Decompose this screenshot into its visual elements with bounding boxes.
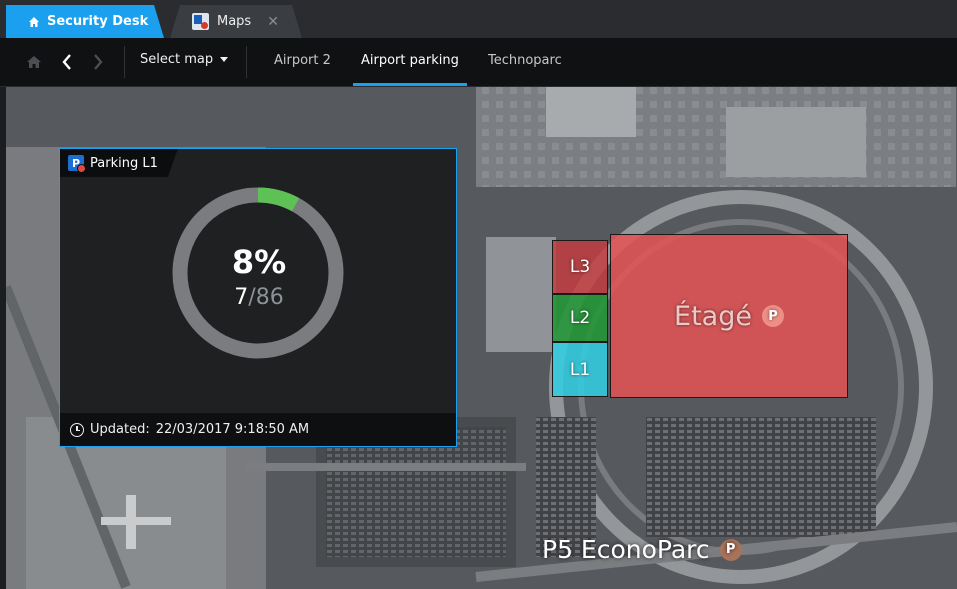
occupancy-count: 7/86 xyxy=(60,285,458,310)
parking-pin-icon: P xyxy=(761,305,784,327)
parking-icon: P xyxy=(68,155,84,171)
map-tab-airport-parking[interactable]: Airport parking xyxy=(361,53,459,68)
occupied-count: 7 xyxy=(234,285,249,310)
parking-zone-l2[interactable]: L2 xyxy=(552,294,608,342)
tab-maps[interactable]: Maps ✕ xyxy=(170,5,302,38)
select-map-label: Select map xyxy=(140,52,214,67)
caret-down-icon xyxy=(220,57,229,62)
parking-zone-l1[interactable]: L1 xyxy=(552,342,608,397)
forward-button[interactable] xyxy=(86,48,110,76)
map-toolbar: Select map Airport 2 Airport parking Tec… xyxy=(0,38,957,87)
tab-security-desk[interactable]: Security Desk xyxy=(6,5,164,38)
home-nav-button[interactable] xyxy=(22,48,46,76)
tab-security-desk-label: Security Desk xyxy=(47,14,149,29)
chevron-left-icon xyxy=(62,54,71,70)
widget-footer: Updated: 22/03/2017 9:18:50 AM xyxy=(60,413,456,446)
parking-pin-icon: P xyxy=(719,538,742,561)
count-separator: / xyxy=(248,285,256,310)
back-button[interactable] xyxy=(55,48,79,76)
close-icon[interactable]: ✕ xyxy=(267,14,279,30)
widget-title: Parking L1 xyxy=(90,155,158,171)
parking-zone-etage[interactable]: Étagé P xyxy=(610,234,848,398)
tab-maps-label: Maps xyxy=(217,14,252,29)
parking-zone-l3[interactable]: L3 xyxy=(552,240,608,294)
chevron-right-icon xyxy=(94,54,103,70)
home-icon xyxy=(27,56,41,68)
updated-value: 22/03/2017 9:18:50 AM xyxy=(155,422,310,437)
home-icon xyxy=(29,16,39,27)
parking-occupancy-widget[interactable]: P Parking L1 8% 7/86 Updated: 22/03/2017… xyxy=(59,148,457,447)
parking-zone-etage-label: Étagé xyxy=(674,300,752,332)
map-tab-airport-2[interactable]: Airport 2 xyxy=(274,53,331,68)
toolbar-divider xyxy=(246,46,247,78)
capacity-count: 86 xyxy=(255,285,284,310)
econoparc-label: P5 EconoParc xyxy=(542,535,710,564)
maps-icon xyxy=(192,13,209,30)
tab-strip: Security Desk Maps ✕ xyxy=(0,0,957,38)
toolbar-divider xyxy=(124,46,125,78)
widget-title-bar: P Parking L1 xyxy=(60,149,178,177)
select-map-dropdown[interactable]: Select map xyxy=(140,52,229,67)
active-tab-indicator xyxy=(353,83,467,86)
updated-label: Updated: xyxy=(90,422,150,437)
econoparc-map-label[interactable]: P5 EconoParc P xyxy=(542,535,742,564)
occupancy-percent: 8% xyxy=(231,243,287,281)
map-tab-technoparc[interactable]: Technoparc xyxy=(488,53,562,68)
clock-icon xyxy=(70,422,84,437)
